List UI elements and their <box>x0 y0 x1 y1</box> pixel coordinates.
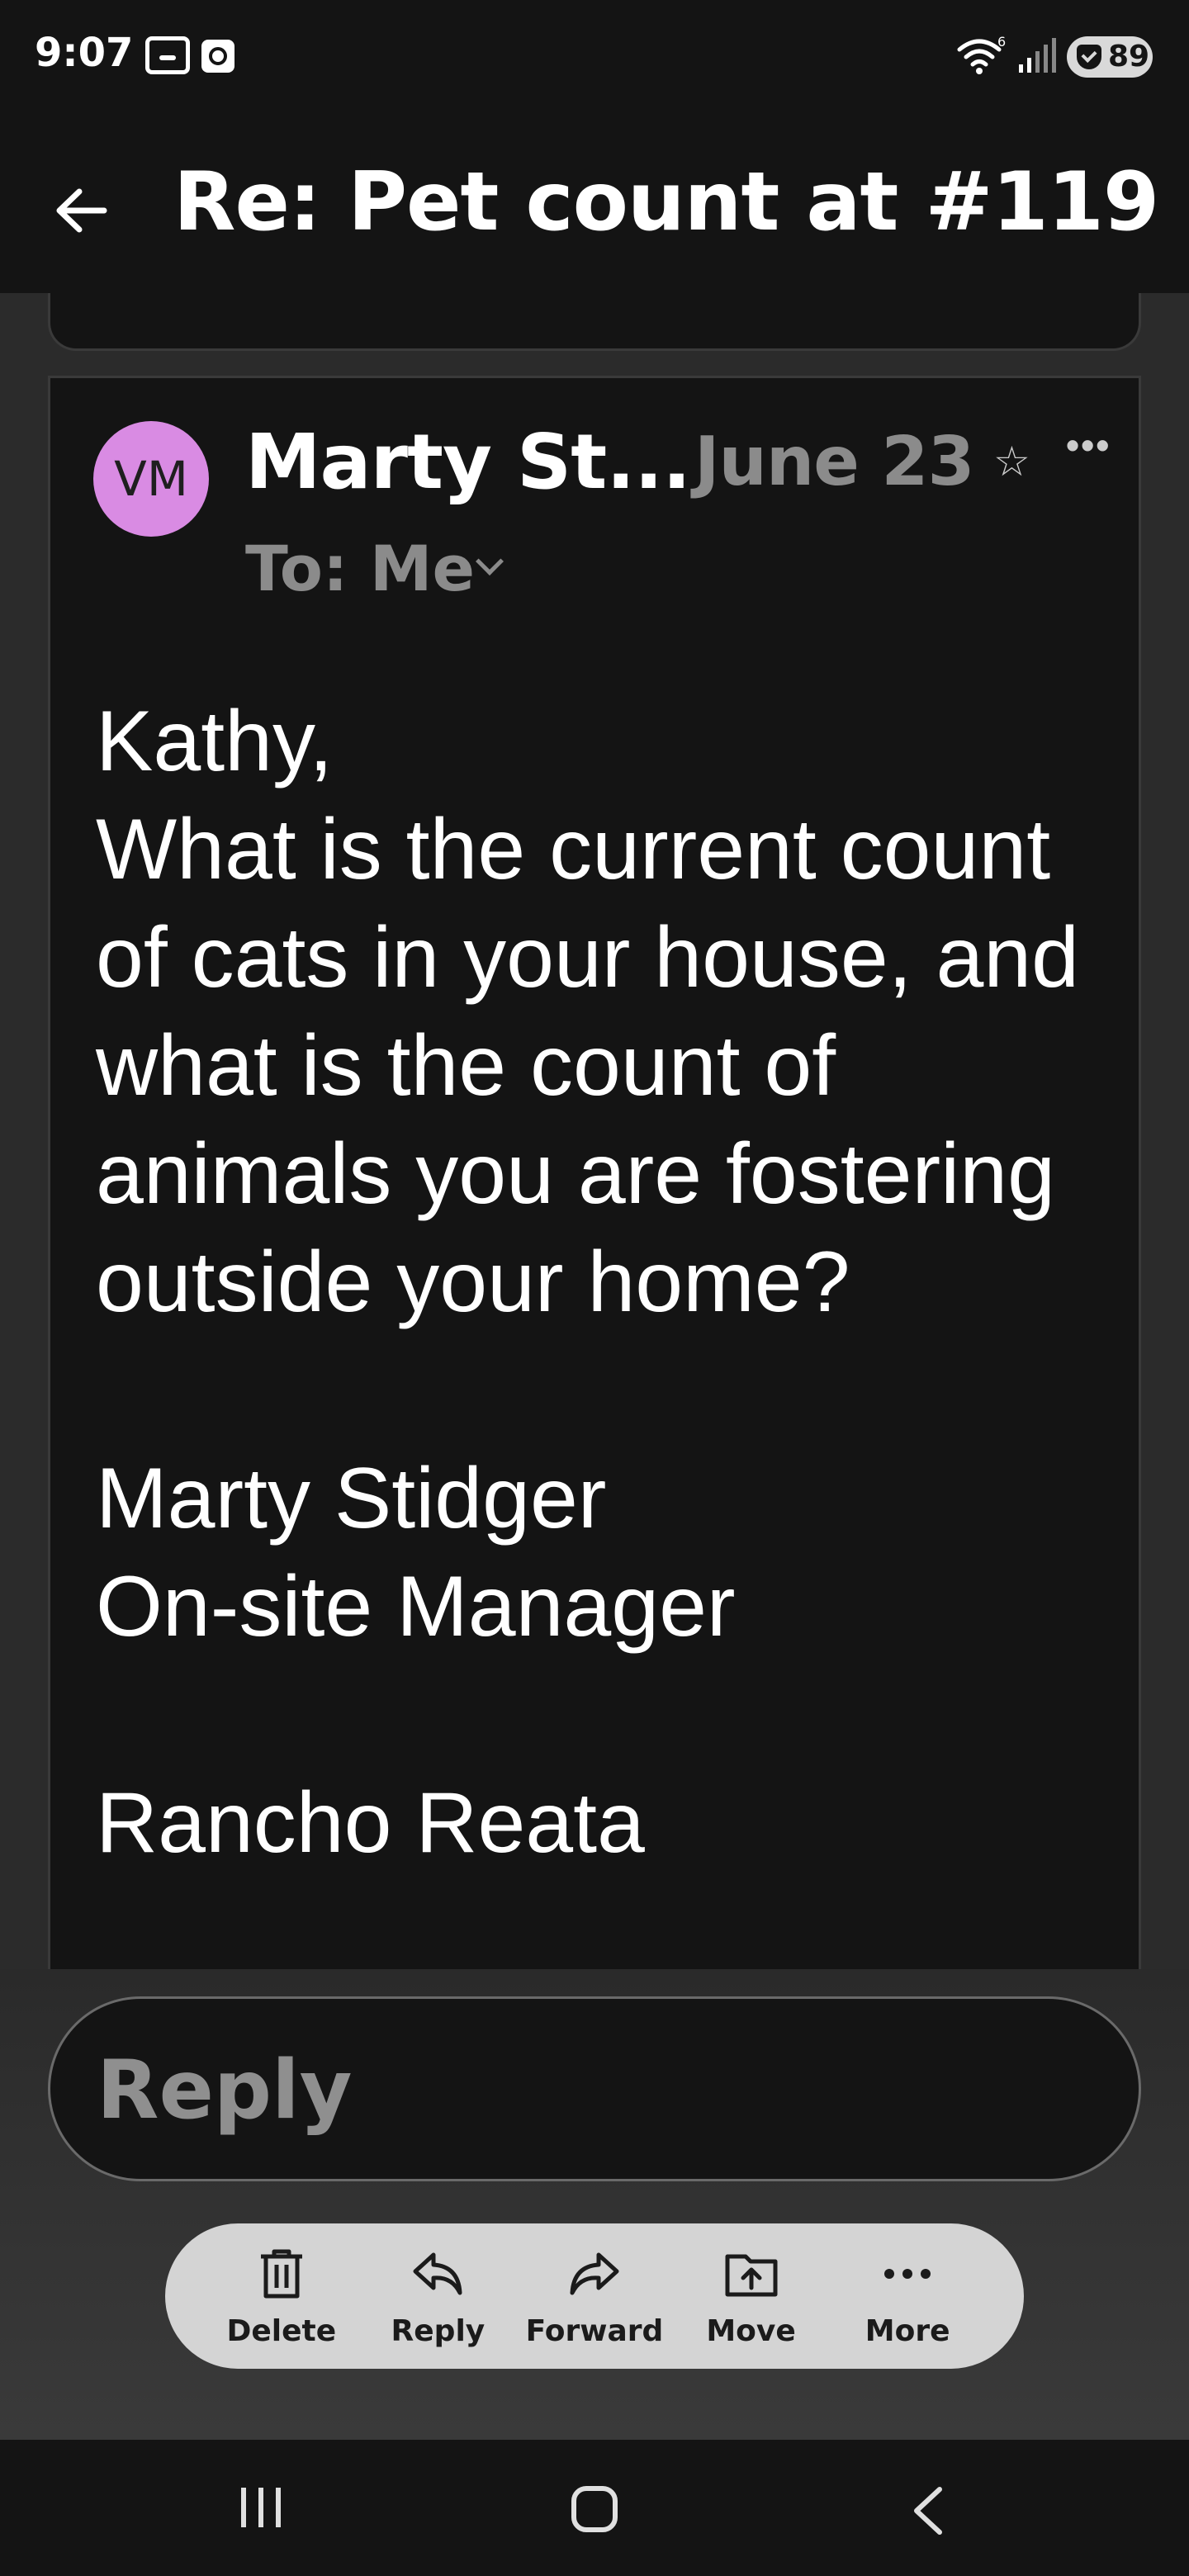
avatar[interactable]: VM <box>93 421 209 537</box>
forward-button[interactable]: Forward <box>520 2223 669 2369</box>
reply-icon <box>413 2252 462 2295</box>
sender-name[interactable]: Marty St... <box>245 418 691 506</box>
reply-label: Reply <box>391 2314 486 2348</box>
trash-icon <box>260 2249 302 2299</box>
forward-icon <box>570 2252 619 2295</box>
star-icon[interactable]: ☆ <box>993 438 1030 485</box>
move-button[interactable]: Move <box>677 2223 826 2369</box>
system-nav-bar <box>0 2440 1189 2576</box>
screenshot-icon <box>145 36 190 74</box>
reply-placeholder: Reply <box>97 2043 353 2138</box>
move-icon <box>725 2254 778 2297</box>
title-bar: Re: Pet count at #119 <box>0 116 1189 293</box>
recent-apps-icon[interactable] <box>236 2486 286 2529</box>
recipient-line[interactable]: To: Me <box>245 532 475 605</box>
message-thread[interactable]: VM Marty St... June 23 ☆ ••• To: Me Kath… <box>0 293 1189 1969</box>
move-label: Move <box>706 2314 796 2348</box>
more-icon <box>884 2269 931 2279</box>
delete-label: Delete <box>226 2314 337 2348</box>
reply-area: Reply Delete Reply Forward Move More <box>0 1969 1189 2440</box>
previous-message-card[interactable] <box>48 293 1141 351</box>
wifi-superscript: 6 <box>997 35 1006 50</box>
more-label: More <box>865 2314 950 2348</box>
reply-button[interactable]: Reply <box>363 2223 512 2369</box>
sync-icon <box>201 40 234 73</box>
page-title: Re: Pet count at #119 <box>173 155 1159 249</box>
forward-label: Forward <box>525 2314 664 2348</box>
message-date: June 23 <box>694 423 975 501</box>
battery-level: 89 <box>1108 40 1150 73</box>
battery-indicator: 89 <box>1067 36 1153 78</box>
shield-icon <box>1077 45 1101 69</box>
more-button[interactable]: More <box>833 2223 982 2369</box>
back-arrow-icon[interactable] <box>53 182 111 239</box>
nav-back-icon[interactable] <box>908 2486 948 2536</box>
delete-button[interactable]: Delete <box>207 2223 356 2369</box>
status-bar: 9:07 6 89 <box>0 0 1189 116</box>
signal-icon <box>1019 38 1056 73</box>
chevron-down-icon[interactable] <box>476 547 504 575</box>
more-options-icon[interactable]: ••• <box>1066 423 1111 467</box>
home-icon[interactable] <box>571 2486 618 2532</box>
status-time: 9:07 <box>35 30 134 76</box>
message-card: VM Marty St... June 23 ☆ ••• To: Me Kath… <box>48 376 1141 1969</box>
wifi-icon: 6 <box>957 35 1006 74</box>
reply-input[interactable]: Reply <box>48 1996 1141 2181</box>
message-body: Kathy, What is the current count of cats… <box>96 694 1079 1871</box>
action-toolbar: Delete Reply Forward Move More <box>165 2223 1024 2369</box>
